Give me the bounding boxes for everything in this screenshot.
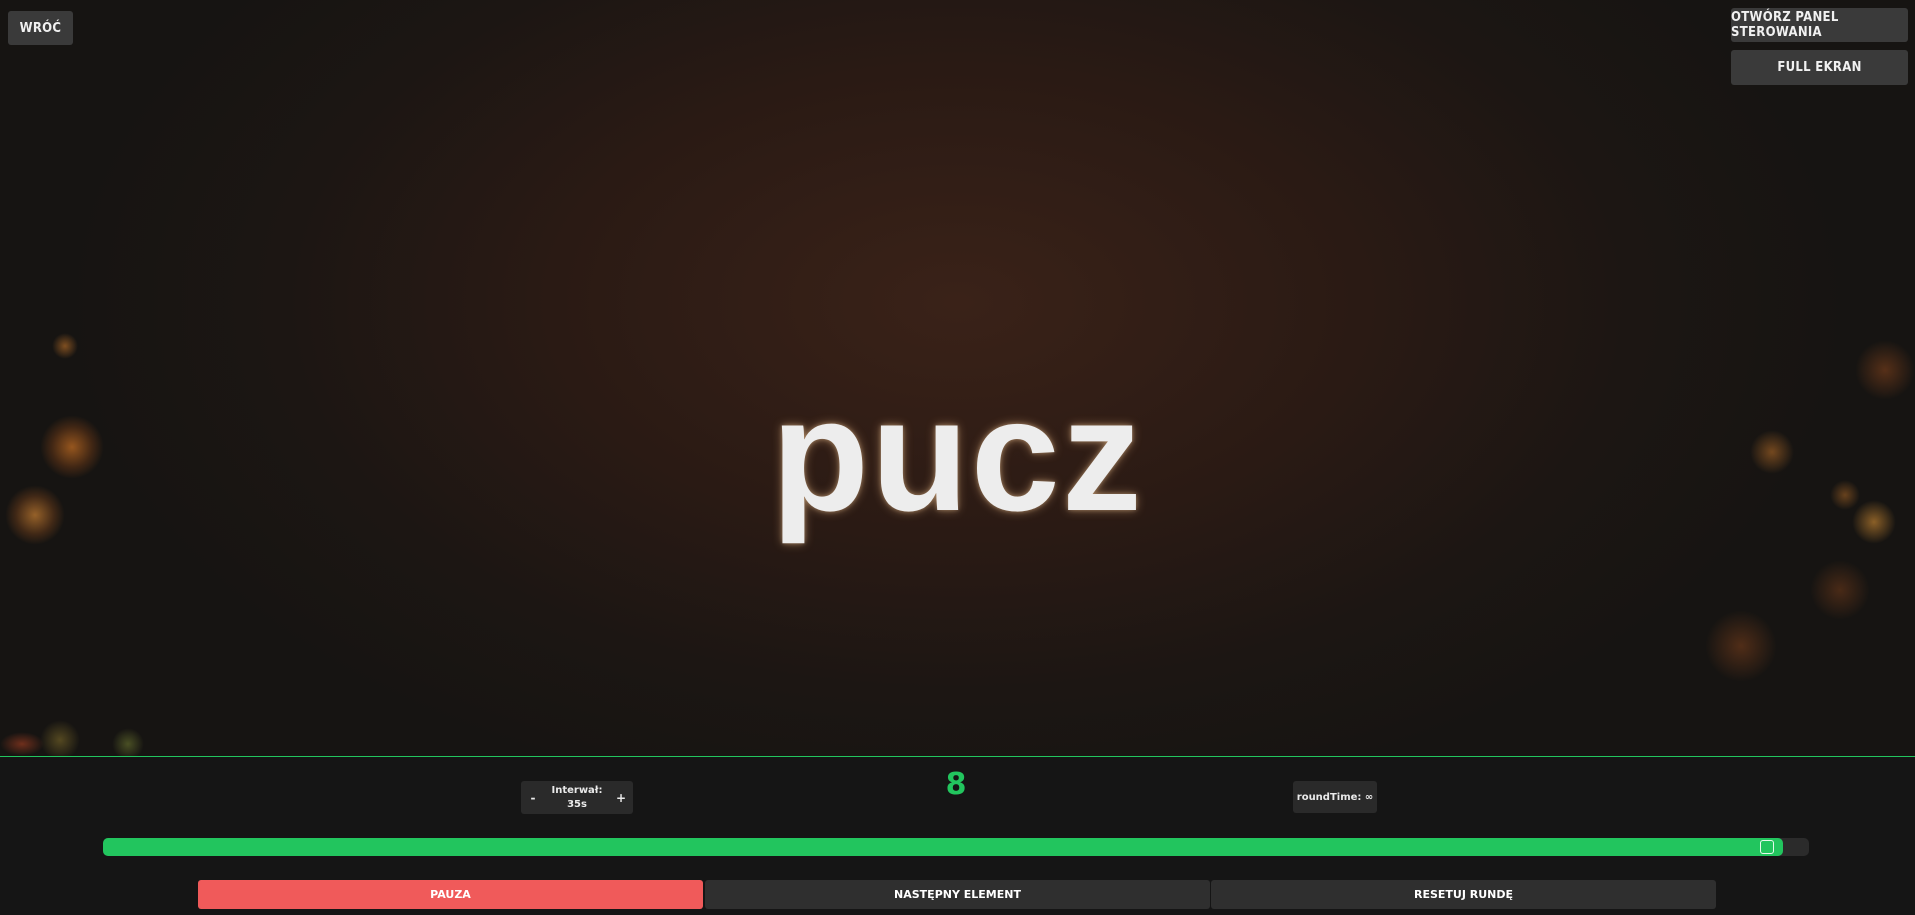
bokeh-light	[1810, 560, 1870, 620]
progress-slider[interactable]	[103, 838, 1809, 856]
interval-display: Interwał: 35s	[543, 784, 611, 812]
interval-decrease-button[interactable]: -	[523, 781, 543, 814]
open-control-panel-button[interactable]: OTWÓRZ PANEL STEROWANIA	[1731, 8, 1908, 42]
back-button[interactable]: WRÓĆ	[8, 11, 73, 45]
bokeh-light	[1705, 610, 1777, 682]
bokeh-light	[52, 333, 78, 359]
pause-button[interactable]: PAUZA	[198, 880, 703, 909]
bokeh-light	[0, 732, 44, 756]
interval-increase-button[interactable]: +	[611, 781, 631, 814]
bokeh-light	[112, 728, 144, 756]
interval-value: 35s	[567, 799, 587, 810]
round-time-badge: roundTime: ∞	[1293, 781, 1377, 813]
progress-fill	[103, 838, 1784, 856]
interval-control: - Interwał: 35s +	[521, 781, 633, 814]
fullscreen-button[interactable]: FULL EKRAN	[1731, 50, 1908, 85]
next-element-button[interactable]: NASTĘPNY ELEMENT	[705, 880, 1210, 909]
progress-slider-handle[interactable]	[1760, 840, 1775, 854]
control-panel: - Interwał: 35s + 8 roundTime: ∞ PAUZA N…	[0, 756, 1915, 915]
bokeh-light	[40, 720, 80, 756]
game-stage: WRÓĆ OTWÓRZ PANEL STEROWANIA FULL EKRAN …	[0, 0, 1915, 756]
current-word: pucz	[771, 365, 1144, 544]
reset-round-button[interactable]: RESETUJ RUNDĘ	[1211, 880, 1716, 909]
counter-value: 8	[945, 767, 967, 802]
interval-label: Interwał:	[551, 785, 603, 796]
